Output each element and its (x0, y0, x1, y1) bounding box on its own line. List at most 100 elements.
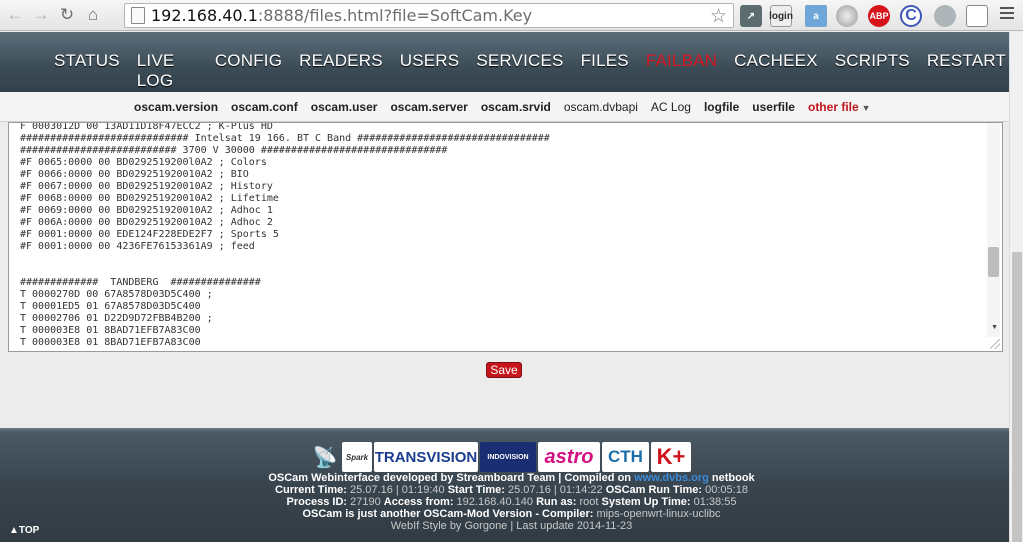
nav-item-scripts[interactable]: SCRIPTS (835, 51, 910, 91)
circle-extension-icon[interactable] (934, 5, 956, 27)
home-icon[interactable]: ⌂ (82, 4, 104, 26)
nav-item-config[interactable]: CONFIG (215, 51, 282, 91)
editor-line: #F 0069:0000 00 BD029251920010A2 ; Adhoc… (20, 205, 273, 216)
file-editor-textarea[interactable]: F 0003012D 00 13AD11D18F47ECC2 ; K-Plus … (8, 122, 1003, 352)
uptime-label: System Up Time: (601, 496, 691, 508)
editor-line: T 000003E8 01 8BAD71EFB7A83C00 (20, 337, 201, 348)
editor-content[interactable]: F 0003012D 00 13AD11D18F47ECC2 ; K-Plus … (9, 122, 1002, 349)
run-as-label: Run as: (536, 496, 577, 508)
dvbs-link[interactable]: www.dvbs.org (634, 472, 709, 484)
save-button[interactable]: Save (486, 362, 522, 378)
subnav-item-oscam-server[interactable]: oscam.server (390, 100, 467, 114)
page-scrollbar[interactable] (1009, 32, 1023, 542)
editor-line: #F 0001:0000 00 EDE124F228EDE2F7 ; Sport… (20, 229, 279, 240)
subnav-item-other-file[interactable]: other file ▼ (808, 100, 871, 114)
subnav-item-ac-log[interactable]: AC Log (651, 100, 691, 114)
indovision-logo: INDOVISION (480, 442, 536, 472)
editor-line: #F 0065:0000 00 BD0292519200l0A2 ; Color… (20, 157, 267, 168)
editor-line: ############# TANDBERG ############### (20, 277, 261, 288)
c-extension-icon[interactable]: C (900, 5, 922, 27)
editor-line: F 0003012D 00 13AD11D18F47ECC2 ; K-Plus … (20, 122, 273, 132)
version-label: OSCam is just another OSCam-Mod Version … (302, 508, 594, 520)
start-time-label: Start Time: (447, 484, 505, 496)
browser-menu-icon[interactable] (1000, 7, 1014, 23)
translate-extension-icon[interactable]: a (805, 5, 827, 27)
run-time-label: OSCam Run Time: (605, 484, 703, 496)
nav-item-readers[interactable]: READERS (299, 51, 383, 91)
square-extension-icon[interactable] (966, 5, 988, 27)
page-icon (131, 7, 145, 24)
credits-suffix: netbook (708, 472, 755, 484)
subnav-item-oscam-version[interactable]: oscam.version (134, 100, 218, 114)
compiler-value: mips-openwrt-linux-uclibc (596, 508, 721, 520)
graph-extension-icon[interactable]: ↗ (740, 5, 762, 27)
url-host: 192.168.40.1 (151, 6, 258, 25)
subnav-item-oscam-user[interactable]: oscam.user (311, 100, 378, 114)
nav-item-status[interactable]: STATUS (54, 51, 120, 91)
sub-nav-list: oscam.version oscam.conf oscam.user oscam.s… (134, 100, 884, 114)
footer-info: OSCam Webinterface developed by Streambo… (0, 472, 1023, 532)
cth-logo: CTH (602, 442, 649, 472)
editor-line: #F 0066:0000 00 BD029251920010A2 ; BIO (20, 169, 249, 180)
footer: 📡 Spark TRANSVISION INDOVISION astro CTH… (0, 428, 1023, 542)
address-bar[interactable]: 192.168.40.1:8888/files.html?file=SoftCa… (124, 3, 734, 28)
subnav-item-oscam-conf[interactable]: oscam.conf (231, 100, 298, 114)
current-time-label: Current Time: (275, 484, 347, 496)
process-id-value: 27190 (350, 496, 381, 508)
satellite-dish-icon: 📡 (312, 446, 338, 469)
back-icon[interactable]: ← (4, 4, 26, 26)
subnav-item-oscam-dvbapi[interactable]: oscam.dvbapi (564, 100, 638, 114)
files-subnavigation: oscam.version oscam.conf oscam.user oscam.s… (0, 92, 1023, 122)
editor-line: T 00001ED5 01 67A8578D03D5C400 (20, 301, 201, 312)
current-time-value: 25.07.16 | 01:19:40 (350, 484, 445, 496)
transvision-logo: TRANSVISION (374, 442, 478, 472)
nav-item-services[interactable]: SERVICES (476, 51, 563, 91)
editor-line: ############################ Intelsat 19… (20, 133, 550, 144)
bookmark-star-icon[interactable]: ☆ (710, 5, 727, 28)
subnav-item-logfile[interactable]: logfile (704, 100, 739, 114)
run-time-value: 00:05:18 (705, 484, 748, 496)
globe-extension-icon[interactable] (836, 5, 858, 27)
page-scroll-thumb[interactable] (1012, 252, 1022, 542)
editor-scroll-thumb[interactable] (988, 247, 999, 277)
editor-line: ########################## 3700 V 30000 … (20, 145, 448, 156)
uptime-value: 01:38:55 (693, 496, 737, 508)
nav-item-files[interactable]: FILES (581, 51, 629, 91)
url-text[interactable]: 192.168.40.1:8888/files.html?file=SoftCa… (151, 6, 532, 25)
editor-scrollbar[interactable] (987, 123, 1000, 337)
nav-item-cacheex[interactable]: CACHEEX (734, 51, 818, 91)
reload-icon[interactable]: ↻ (56, 4, 78, 26)
back-to-top-link[interactable]: ▲TOP (9, 525, 39, 536)
nav-item-live-log[interactable]: LIVE LOG (137, 51, 198, 91)
footer-line-times: Current Time: 25.07.16 | 01:19:40 Start … (0, 484, 1023, 496)
browser-toolbar: ← → ↻ ⌂ 192.168.40.1:8888/files.html?fil… (0, 0, 1023, 31)
nav-item-users[interactable]: USERS (400, 51, 460, 91)
editor-line: #F 0068:0000 00 BD029251920010A2 ; Lifet… (20, 193, 279, 204)
editor-line: #F 0001:0000 00 4236FE76153361A9 ; feed (20, 241, 255, 252)
access-from-value: 192.168.40.140 (456, 496, 534, 508)
subnav-item-label: other file (807, 100, 859, 114)
process-id-label: Process ID: (286, 496, 348, 508)
subnav-item-oscam-srvid[interactable]: oscam.srvid (481, 100, 551, 114)
scroll-down-icon[interactable]: ▼ (991, 324, 998, 331)
login-extension-icon[interactable]: login (769, 5, 793, 27)
nav-item-failban[interactable]: FAILBAN (646, 51, 717, 91)
credits-text: OSCam Webinterface developed by Streambo… (268, 472, 635, 484)
footer-style-line: WebIf Style by Gorgone | Last update 201… (390, 520, 633, 532)
editor-line: #F 006A:0000 00 BD029251920010A2 ; Adhoc… (20, 217, 273, 228)
provider-logos: 📡 Spark TRANSVISION INDOVISION astro CTH… (310, 438, 693, 472)
spark-logo: Spark (342, 442, 372, 472)
nav-item-restart[interactable]: RESTART (927, 51, 1006, 91)
forward-icon[interactable]: → (30, 4, 52, 26)
footer-line-process: Process ID: 27190 Access from: 192.168.4… (0, 496, 1023, 508)
adblock-extension-icon[interactable]: ABP (868, 5, 890, 27)
start-time-value: 25.07.16 | 01:14:22 (508, 484, 603, 496)
access-from-label: Access from: (383, 496, 454, 508)
footer-line-credits: OSCam Webinterface developed by Streambo… (0, 472, 1023, 484)
chevron-down-icon: ▼ (861, 103, 871, 113)
subnav-item-userfile[interactable]: userfile (752, 100, 795, 114)
resize-handle-icon[interactable] (990, 339, 1000, 349)
footer-line-version: OSCam is just another OSCam-Mod Version … (0, 508, 1023, 520)
editor-line: T 00002706 01 D22D9D72FBB4B200 ; (20, 313, 213, 324)
